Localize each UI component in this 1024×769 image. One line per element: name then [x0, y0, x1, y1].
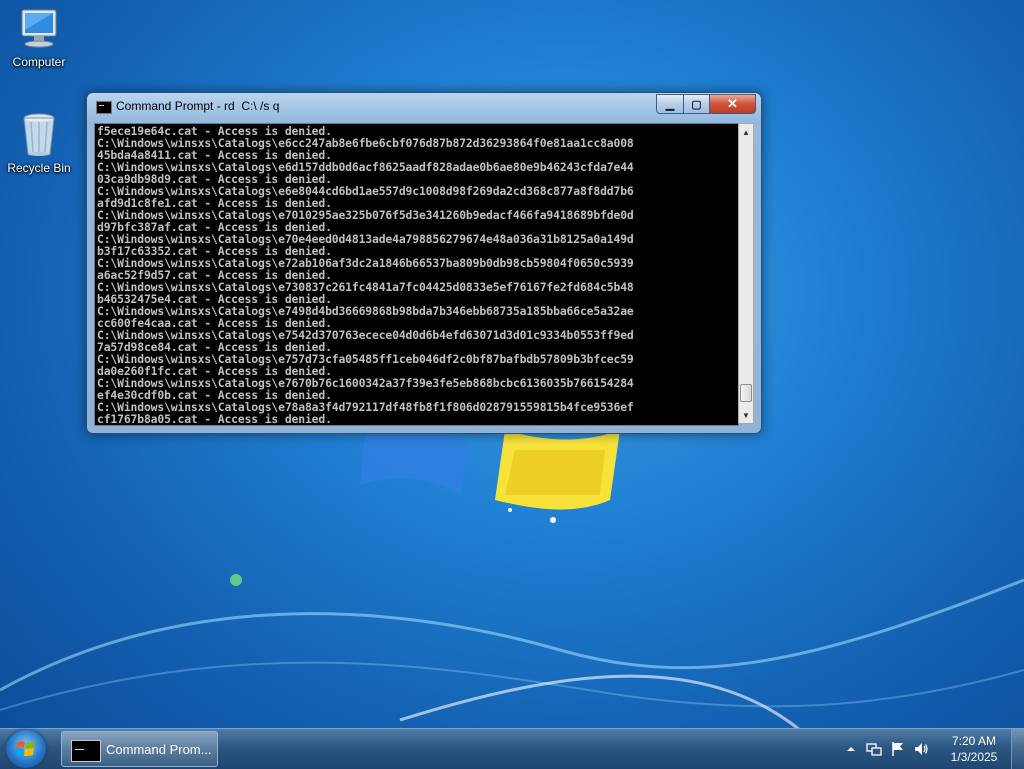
desktop-icon-recycle-bin[interactable]: Recycle Bin	[1, 110, 77, 175]
scroll-up-arrow-icon[interactable]: ▲	[739, 124, 753, 140]
windows-flag-icon	[16, 741, 35, 756]
computer-icon	[21, 9, 57, 48]
caption-buttons: ▁ ▢ ✕	[656, 94, 756, 114]
taskbar-button-command-prompt[interactable]: Command Prom...	[61, 731, 218, 767]
start-button[interactable]	[6, 730, 46, 768]
vertical-scrollbar[interactable]: ▲ ▼	[738, 123, 754, 424]
window-title: Command Prompt - rd C:\ /s q	[116, 99, 280, 113]
taskbar: Command Prom... 7:20 AM 1/3/2025	[0, 728, 1024, 769]
console-line: cf1767b8a05.cat - Access is denied.	[97, 412, 332, 426]
maximize-icon: ▢	[691, 98, 702, 111]
cmd-icon	[96, 101, 112, 114]
minimize-button[interactable]: ▁	[656, 94, 684, 114]
clock-time: 7:20 AM	[951, 734, 997, 748]
window-titlebar[interactable]: Command Prompt - rd C:\ /s q ▁ ▢ ✕	[87, 93, 761, 121]
desktop-icon-computer[interactable]: Computer	[1, 6, 77, 69]
volume-icon[interactable]	[913, 741, 929, 757]
close-button[interactable]: ✕	[710, 94, 756, 114]
clock-date: 1/3/2025	[950, 750, 998, 764]
taskbar-button-label: Command Prom...	[106, 742, 212, 757]
maximize-button[interactable]: ▢	[684, 94, 710, 114]
cmd-icon	[71, 740, 101, 762]
windows-logo-wallpaper	[360, 428, 620, 523]
close-icon: ✕	[727, 96, 738, 111]
minimize-icon: ▁	[665, 98, 675, 111]
desktop-icon-label: Recycle Bin	[7, 161, 71, 175]
command-prompt-window[interactable]: Command Prompt - rd C:\ /s q ▁ ▢ ✕ f5ece…	[86, 92, 762, 434]
wallpaper-swoosh	[0, 574, 1024, 730]
console-text: f5ece19e64c.cat - Access is denied. C:\W…	[95, 124, 738, 425]
action-center-flag-icon[interactable]	[890, 741, 906, 757]
show-hidden-icons-arrow-icon[interactable]	[843, 741, 859, 757]
scroll-down-arrow-icon[interactable]: ▼	[739, 407, 753, 423]
console-output[interactable]: f5ece19e64c.cat - Access is denied. C:\W…	[94, 123, 739, 426]
system-clock[interactable]: 7:20 AM 1/3/2025	[938, 733, 1010, 765]
network-icon[interactable]	[866, 741, 882, 757]
scroll-thumb[interactable]	[740, 384, 752, 403]
show-desktop-button[interactable]	[1011, 729, 1024, 769]
recycle-bin-icon	[23, 113, 55, 156]
desktop-icon-label: Computer	[12, 55, 66, 69]
